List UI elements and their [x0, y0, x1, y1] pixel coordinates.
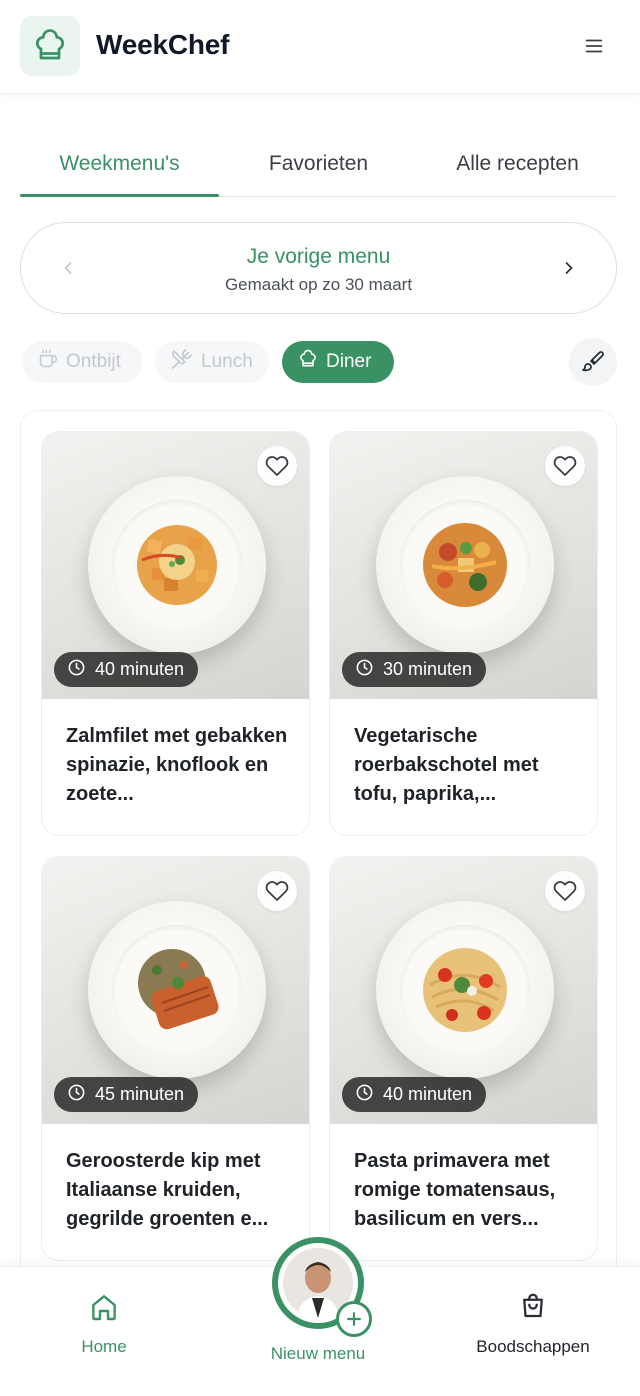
coffee-cup-icon: [38, 349, 58, 375]
shopping-bag-icon: [517, 1291, 549, 1323]
chevron-right-icon[interactable]: [554, 253, 584, 283]
previous-menu-selector[interactable]: Je vorige menu Gemaakt op zo 30 maart: [20, 222, 617, 314]
heart-icon[interactable]: [545, 446, 585, 486]
clock-icon: [67, 658, 86, 682]
previous-menu-title: Je vorige menu: [246, 245, 391, 268]
cook-time: 40 minuten: [383, 1084, 473, 1104]
nav-boodschappen-label: Boodschappen: [476, 1337, 590, 1356]
filter-ontbijt-label: Ontbijt: [66, 351, 121, 372]
paintbrush-icon[interactable]: [569, 338, 617, 386]
recipe-card[interactable]: 30 minuten Vegetarische roerbakschotel m…: [329, 431, 598, 836]
clock-icon: [355, 1083, 374, 1107]
app-header: WeekChef: [0, 0, 640, 94]
tab-favorieten[interactable]: Favorieten: [219, 136, 418, 196]
cook-time-badge: 30 minuten: [342, 652, 487, 687]
new-menu-label: Nieuw menu: [270, 1344, 366, 1363]
recipe-image: 45 minuten: [42, 857, 309, 1124]
tab-weekmenus[interactable]: Weekmenu's: [20, 136, 219, 197]
cook-time: 45 minuten: [95, 1084, 185, 1104]
heart-icon[interactable]: [257, 871, 297, 911]
chef-hat-icon: [298, 349, 318, 375]
filter-lunch[interactable]: Lunch: [155, 341, 269, 383]
cook-time-badge: 40 minuten: [54, 652, 199, 687]
recipe-title: Geroosterde kip met Italiaanse kruiden, …: [66, 1150, 269, 1230]
cook-time: 30 minuten: [383, 659, 473, 679]
plus-icon[interactable]: [336, 1301, 372, 1337]
home-icon: [88, 1291, 120, 1323]
hamburger-menu-icon[interactable]: [578, 30, 610, 62]
recipe-title: Zalmfilet met gebakken spinazie, knofloo…: [66, 725, 288, 805]
chef-hat-logo-icon: [20, 16, 80, 76]
filter-diner[interactable]: Diner: [282, 341, 394, 383]
filter-diner-label: Diner: [326, 351, 372, 372]
nav-home-label: Home: [81, 1337, 127, 1356]
recipe-image: 30 minuten: [330, 432, 597, 699]
recipe-grid: 40 minuten Zalmfilet met gebakken spinaz…: [20, 410, 617, 1310]
previous-menu-date: Gemaakt op zo 30 maart: [224, 275, 413, 294]
recipe-title: Vegetarische roerbakschotel met tofu, pa…: [354, 725, 539, 805]
recipe-card[interactable]: 40 minuten Zalmfilet met gebakken spinaz…: [41, 431, 310, 836]
cook-time-badge: 45 minuten: [54, 1077, 199, 1112]
app-title: WeekChef: [96, 29, 230, 60]
filter-lunch-label: Lunch: [201, 351, 253, 372]
heart-icon[interactable]: [257, 446, 297, 486]
tab-bar: Weekmenu's Favorieten Alle recepten: [20, 136, 617, 197]
tab-alle-recepten[interactable]: Alle recepten: [418, 136, 617, 196]
cook-time-badge: 40 minuten: [342, 1077, 487, 1112]
recipe-image: 40 minuten: [330, 857, 597, 1124]
recipe-card[interactable]: 40 minuten Pasta primavera met romige to…: [329, 856, 598, 1261]
recipe-card[interactable]: 45 minuten Geroosterde kip met Italiaans…: [41, 856, 310, 1261]
clock-icon: [355, 658, 374, 682]
recipe-title: Pasta primavera met romige tomatensaus, …: [354, 1150, 556, 1230]
cook-time: 40 minuten: [95, 659, 185, 679]
clock-icon: [67, 1083, 86, 1107]
filter-ontbijt[interactable]: Ontbijt: [22, 341, 142, 383]
recipe-image: 40 minuten: [42, 432, 309, 699]
utensils-crossed-icon: [171, 348, 193, 376]
heart-icon[interactable]: [545, 871, 585, 911]
